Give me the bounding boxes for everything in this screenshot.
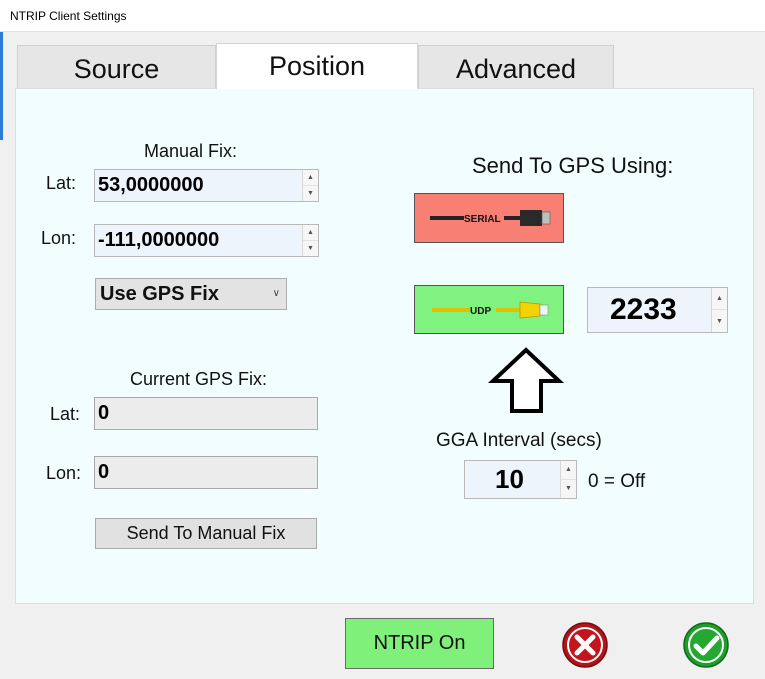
manual-lon-input[interactable]: -111,0000000 ▲ ▼ (94, 224, 319, 257)
window-title: NTRIP Client Settings (10, 9, 127, 23)
gga-interval-spinner[interactable]: ▲ ▼ (560, 461, 576, 498)
chevron-down-icon: ∨ (272, 288, 280, 299)
spin-up-icon[interactable]: ▲ (712, 288, 727, 310)
serial-label: SERIAL (464, 214, 501, 225)
udp-button[interactable]: UDP (414, 285, 564, 334)
udp-label: UDP (470, 306, 491, 317)
send-to-gps-heading: Send To GPS Using: (472, 153, 674, 178)
manual-lon-spinner[interactable]: ▲ ▼ (302, 225, 318, 256)
manual-lat-label: Lat: (46, 173, 77, 193)
manual-lon-value: -111,0000000 (98, 229, 220, 251)
tab-position[interactable]: Position (216, 43, 418, 89)
udp-port-input[interactable]: 2233 ▲ ▼ (587, 287, 728, 333)
title-bar: NTRIP Client Settings (0, 0, 765, 32)
current-lon-field: 0 (94, 456, 318, 489)
send-to-manual-fix-button[interactable]: Send To Manual Fix (95, 518, 317, 549)
manual-fix-heading: Manual Fix: (144, 141, 238, 161)
gga-off-hint: 0 = Off (588, 471, 646, 492)
cancel-icon[interactable] (561, 621, 609, 669)
udp-port-value: 2233 (610, 293, 677, 326)
current-lat-field: 0 (94, 397, 318, 430)
gga-interval-input[interactable]: 10 ▲ ▼ (464, 460, 577, 499)
ntrip-on-button[interactable]: NTRIP On (345, 618, 494, 669)
tab-advanced[interactable]: Advanced (418, 45, 614, 89)
tab-source[interactable]: Source (17, 45, 216, 89)
spin-down-icon[interactable]: ▼ (712, 310, 727, 332)
ethernet-plug-icon: UDP (432, 301, 549, 318)
current-lon-label: Lon: (46, 463, 82, 483)
gga-interval-heading: GGA Interval (secs) (436, 430, 602, 451)
udp-port-spinner[interactable]: ▲ ▼ (711, 288, 727, 332)
usb-plug-icon: SERIAL (430, 210, 551, 226)
current-lon-value: 0 (98, 461, 110, 483)
ok-check-icon[interactable] (682, 621, 730, 669)
up-arrow-icon (488, 347, 565, 413)
fix-mode-select[interactable]: Use GPS Fix ∨ (95, 278, 287, 310)
spin-down-icon[interactable]: ▼ (561, 480, 576, 499)
serial-button[interactable]: SERIAL (414, 193, 564, 243)
current-lat-value: 0 (98, 402, 110, 424)
spin-down-icon[interactable]: ▼ (303, 186, 318, 202)
current-fix-heading: Current GPS Fix: (130, 369, 268, 389)
manual-lat-input[interactable]: 53,0000000 ▲ ▼ (94, 169, 319, 202)
current-lat-label: Lat: (50, 404, 81, 424)
manual-lat-value: 53,0000000 (98, 174, 204, 196)
gga-interval-value: 10 (495, 464, 524, 494)
manual-lon-label: Lon: (41, 228, 77, 248)
spin-up-icon[interactable]: ▲ (303, 225, 318, 241)
manual-lat-spinner[interactable]: ▲ ▼ (302, 170, 318, 201)
spin-up-icon[interactable]: ▲ (303, 170, 318, 186)
spin-down-icon[interactable]: ▼ (303, 241, 318, 257)
spin-up-icon[interactable]: ▲ (561, 461, 576, 480)
window-edge (0, 32, 3, 140)
fix-mode-value: Use GPS Fix (100, 282, 219, 305)
